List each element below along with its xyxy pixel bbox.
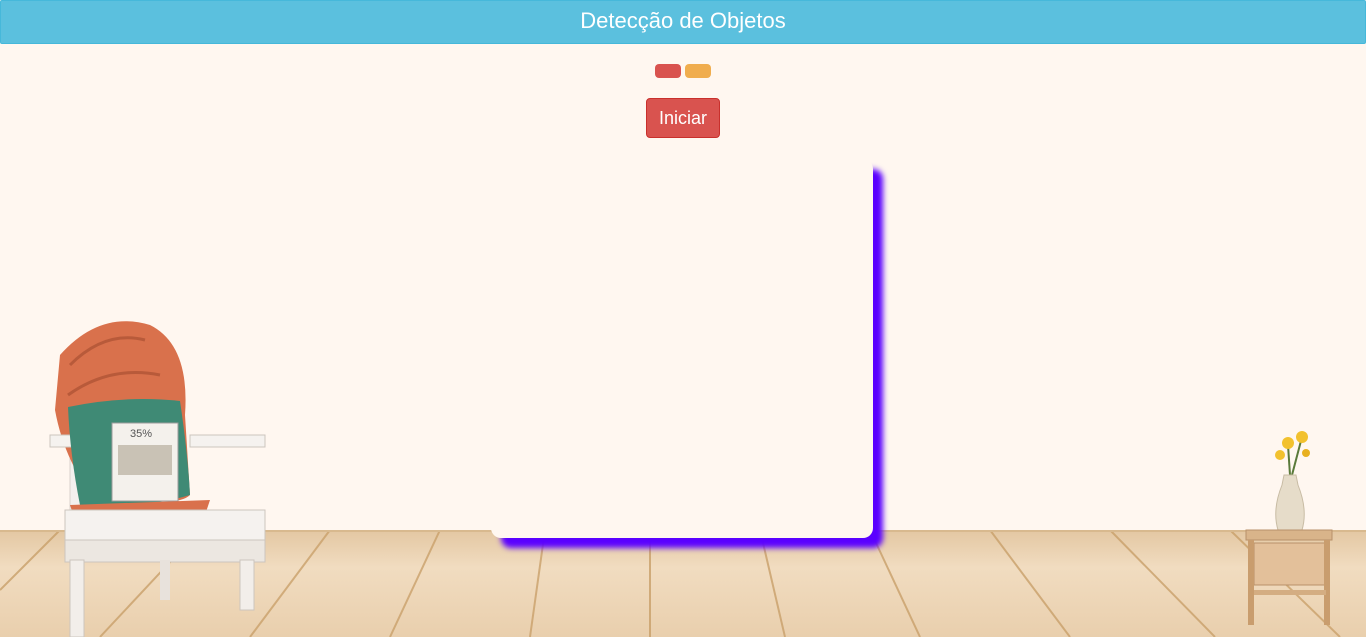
side-table-with-vase-image [1245, 431, 1333, 625]
armchair-image: 35% [49, 321, 266, 637]
orange-status-indicator [685, 64, 711, 78]
start-button[interactable]: Iniciar [646, 98, 720, 138]
detection-video-panel [491, 159, 873, 538]
pillow-tag-text: 35% [130, 428, 152, 440]
page-title: Detecção de Objetos [580, 8, 786, 33]
red-status-indicator [655, 64, 681, 78]
app-header: Detecção de Objetos [0, 0, 1366, 44]
